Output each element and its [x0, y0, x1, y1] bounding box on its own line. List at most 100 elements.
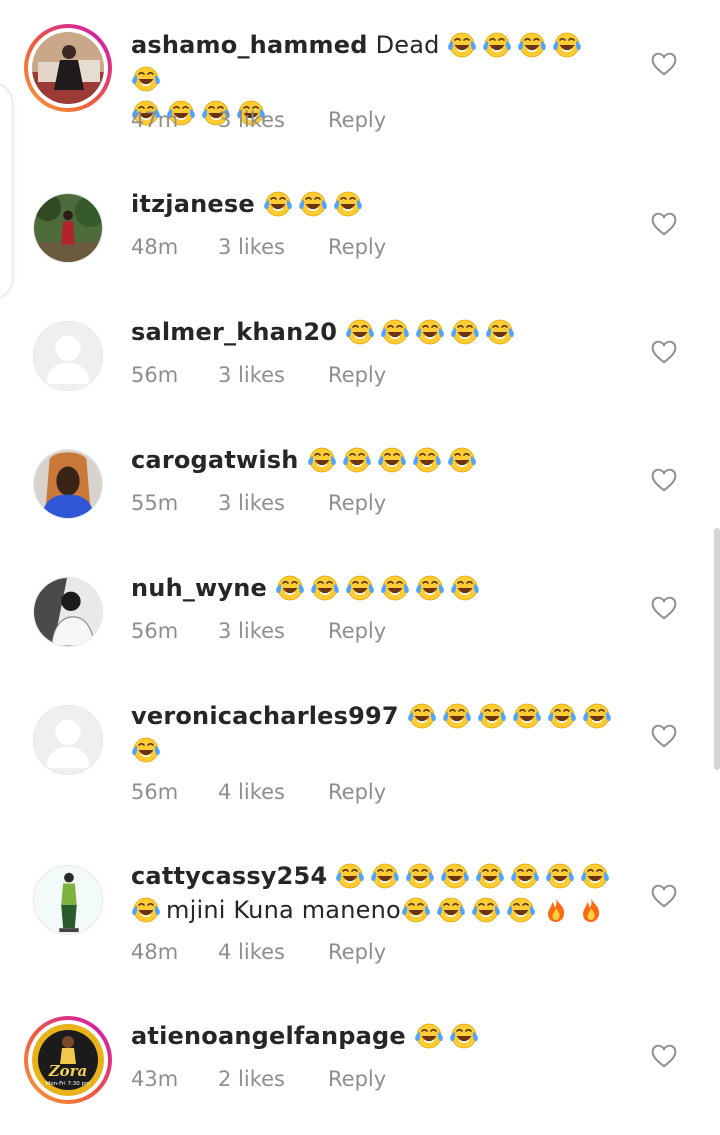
- reply-button[interactable]: Reply: [328, 363, 386, 387]
- heart-outline-icon[interactable]: [651, 340, 677, 364]
- face-with-tears-of-joy-emoji: [276, 575, 304, 601]
- heart-outline-icon[interactable]: [651, 468, 677, 492]
- comment-username[interactable]: veronicacharles997: [131, 702, 399, 730]
- avatar[interactable]: Zora Mon-Fri 7:30 pm: [24, 1016, 112, 1104]
- heart-outline-icon[interactable]: [651, 52, 677, 76]
- comment-text: atienoangelfanpage: [131, 1019, 620, 1053]
- face-with-tears-of-joy-emoji: [553, 32, 582, 58]
- reply-button[interactable]: Reply: [328, 940, 386, 964]
- comment-meta: 56m 3 likes Reply: [131, 363, 386, 387]
- comment-likes[interactable]: 2 likes: [218, 1067, 328, 1091]
- face-with-tears-of-joy-emoji: [299, 191, 327, 217]
- comment-meta: 43m 2 likes Reply: [131, 1067, 386, 1091]
- face-with-tears-of-joy-emoji: [507, 897, 535, 923]
- comment-meta: 55m 3 likes Reply: [131, 491, 386, 515]
- comment-time: 56m: [131, 619, 179, 643]
- face-with-tears-of-joy-emoji: [311, 575, 339, 601]
- comment-likes[interactable]: 3 likes: [218, 363, 328, 387]
- avatar[interactable]: [33, 865, 103, 935]
- reply-button[interactable]: Reply: [328, 235, 386, 259]
- face-with-tears-of-joy-emoji: [437, 897, 465, 923]
- face-with-tears-of-joy-emoji: [346, 575, 374, 601]
- comment-text: cattycassy254 mjini Kuna maneno: [131, 859, 620, 927]
- avatar[interactable]: [33, 321, 103, 391]
- face-with-tears-of-joy-emoji: [132, 737, 160, 763]
- face-with-tears-of-joy-emoji: [448, 32, 477, 58]
- face-with-tears-of-joy-emoji: [416, 319, 444, 345]
- comment-text: salmer_khan20: [131, 315, 620, 349]
- face-with-tears-of-joy-emoji: [582, 703, 611, 729]
- comment-text: veronicacharles997: [131, 699, 620, 767]
- face-with-tears-of-joy-emoji: [472, 897, 500, 923]
- comment-likes[interactable]: 4 likes: [218, 940, 328, 964]
- reply-button[interactable]: Reply: [328, 491, 386, 515]
- face-with-tears-of-joy-emoji: [476, 863, 505, 889]
- face-with-tears-of-joy-emoji: [450, 1023, 478, 1049]
- comment-body: [275, 574, 485, 602]
- face-with-tears-of-joy-emoji: [442, 703, 471, 729]
- comment-username[interactable]: cattycassy254: [131, 862, 327, 890]
- comment-username[interactable]: salmer_khan20: [131, 318, 337, 346]
- face-with-tears-of-joy-emoji: [415, 1023, 443, 1049]
- comment-likes[interactable]: 3 likes: [218, 491, 328, 515]
- avatar[interactable]: [33, 449, 103, 519]
- reply-button[interactable]: Reply: [328, 1067, 386, 1091]
- face-with-tears-of-joy-emoji: [447, 447, 476, 473]
- avatar-photo: [32, 32, 104, 104]
- face-with-tears-of-joy-emoji: [342, 447, 371, 473]
- comment-time: 47m: [131, 108, 179, 132]
- comment-likes[interactable]: 4 likes: [218, 780, 328, 804]
- scrollbar[interactable]: [714, 528, 720, 770]
- comment-likes[interactable]: 3 likes: [218, 108, 328, 132]
- face-with-tears-of-joy-emoji: [451, 575, 479, 601]
- face-with-tears-of-joy-emoji: [264, 191, 292, 217]
- comment-time: 56m: [131, 363, 179, 387]
- face-with-tears-of-joy-emoji: [512, 703, 541, 729]
- comment-text: carogatwish: [131, 443, 620, 477]
- fire-emoji: [582, 898, 599, 922]
- heart-outline-icon[interactable]: [651, 212, 677, 236]
- comment-meta: 48m 3 likes Reply: [131, 235, 386, 259]
- comment-body: [345, 318, 520, 346]
- avatar-logo-text: Zora: [48, 1062, 88, 1080]
- face-with-tears-of-joy-emoji: [381, 575, 409, 601]
- reply-button[interactable]: Reply: [328, 619, 386, 643]
- reply-button[interactable]: Reply: [328, 780, 386, 804]
- fire-emoji: [547, 898, 564, 922]
- avatar[interactable]: [33, 577, 103, 647]
- avatar[interactable]: [33, 193, 103, 263]
- face-with-tears-of-joy-emoji: [581, 863, 610, 889]
- face-with-tears-of-joy-emoji: [132, 66, 160, 92]
- comment-body: [414, 1022, 484, 1050]
- comment-likes[interactable]: 3 likes: [218, 235, 328, 259]
- side-drawer-handle[interactable]: [0, 82, 13, 300]
- comment-time: 48m: [131, 940, 179, 964]
- heart-outline-icon[interactable]: [651, 1044, 677, 1068]
- avatar[interactable]: [24, 24, 112, 112]
- face-with-tears-of-joy-emoji: [307, 447, 336, 473]
- face-with-tears-of-joy-emoji: [477, 703, 506, 729]
- heart-outline-icon[interactable]: [651, 884, 677, 908]
- comment-body: [307, 446, 482, 474]
- avatar-photo: [33, 865, 103, 935]
- comment-likes[interactable]: 3 likes: [218, 619, 328, 643]
- comment-username[interactable]: atienoangelfanpage: [131, 1022, 406, 1050]
- reply-button[interactable]: Reply: [328, 108, 386, 132]
- avatar-photo: Zora Mon-Fri 7:30 pm: [32, 1024, 104, 1096]
- comment-username[interactable]: ashamo_hammed: [131, 31, 368, 59]
- comment-text: nuh_wyne: [131, 571, 620, 605]
- avatar[interactable]: [33, 705, 103, 775]
- face-with-tears-of-joy-emoji: [346, 319, 374, 345]
- comment-body: [263, 190, 368, 218]
- comment-username[interactable]: carogatwish: [131, 446, 299, 474]
- face-with-tears-of-joy-emoji: [402, 897, 430, 923]
- face-with-tears-of-joy-emoji: [132, 897, 160, 923]
- face-with-tears-of-joy-emoji: [486, 319, 514, 345]
- default-avatar-icon: [33, 321, 103, 391]
- comment-meta: 48m 4 likes Reply: [131, 940, 386, 964]
- heart-outline-icon[interactable]: [651, 724, 677, 748]
- heart-outline-icon[interactable]: [651, 596, 677, 620]
- comment-username[interactable]: itzjanese: [131, 190, 255, 218]
- avatar-photo: [33, 577, 103, 647]
- comment-username[interactable]: nuh_wyne: [131, 574, 267, 602]
